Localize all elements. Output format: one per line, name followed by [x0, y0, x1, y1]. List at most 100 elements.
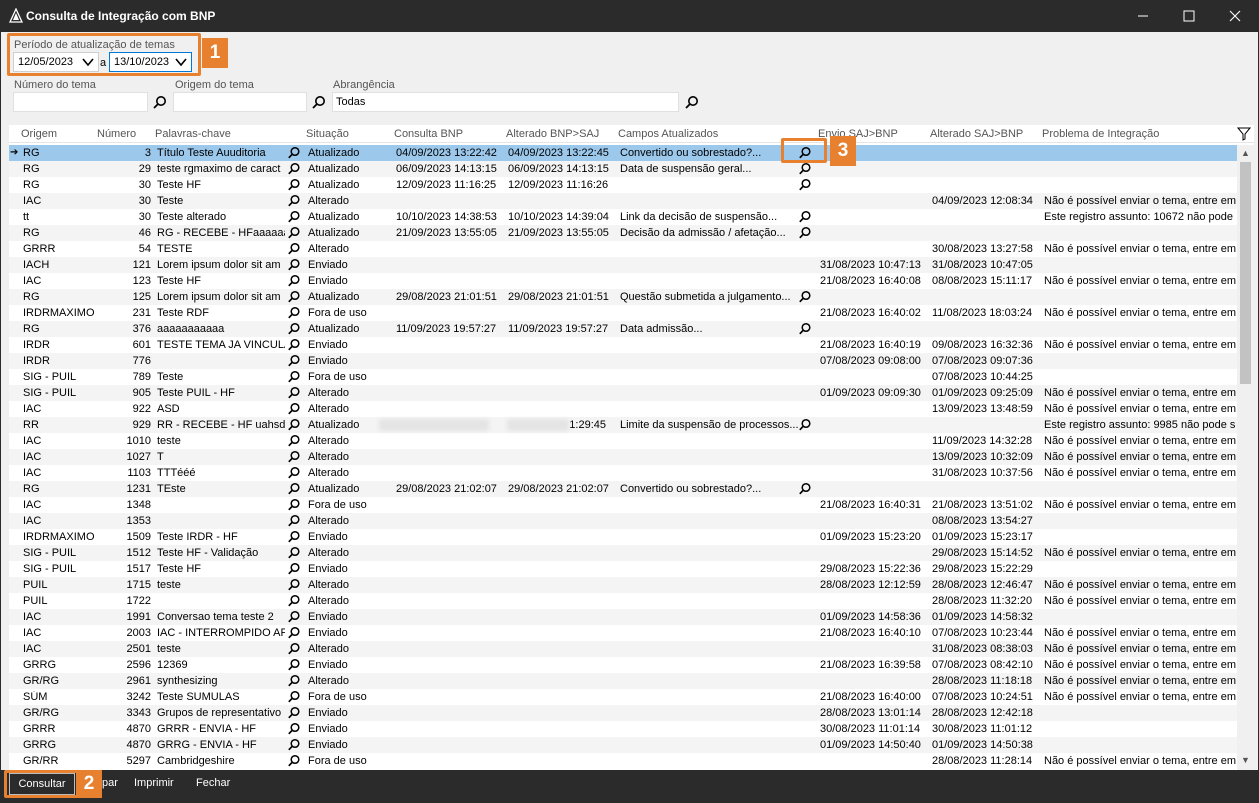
table-row[interactable]: IRDR 601 TESTE TEMA JA VINCULAD Enviado 21/0…	[9, 337, 1237, 353]
palavras-search-icon[interactable]	[287, 386, 301, 400]
palavras-search-icon[interactable]	[287, 290, 301, 304]
table-row[interactable]: IAC 1348 Fora de uso 21/08/2023 16:40:31 21/…	[9, 497, 1237, 513]
table-row[interactable]: IRDR 776 Enviado 07/08/2023 09:08:00 07/08/2…	[9, 353, 1237, 369]
table-row[interactable]: RG 30 Teste HF Atualizado 12/09/2023 11:16:2…	[9, 177, 1237, 193]
scrollbar-thumb[interactable]	[1240, 162, 1251, 384]
table-row[interactable]: GR/RG 2961 synthesizing Alterado 28/08/2023 …	[9, 673, 1237, 689]
palavras-search-icon[interactable]	[287, 242, 301, 256]
campos-search-icon[interactable]	[798, 418, 812, 432]
palavras-search-icon[interactable]	[287, 274, 301, 288]
table-row[interactable]: PUIL 1715 teste Alterado 28/08/2023 12:12:59…	[9, 577, 1237, 593]
scroll-down-icon[interactable]: ▼	[1240, 755, 1251, 766]
table-row[interactable]: GR/RG 3343 Grupos de representativo Enviado…	[9, 705, 1237, 721]
table-row[interactable]: SIG - PUIL 905 Teste PUIL - HF Alterado 01/0…	[9, 385, 1237, 401]
palavras-search-icon[interactable]	[287, 258, 301, 272]
table-row[interactable]: SIG - PUIL 1512 Teste HF - Validação Altera…	[9, 545, 1237, 561]
table-row[interactable]: tt 30 Teste alterado Atualizado 10/10/2023 1…	[9, 209, 1237, 225]
table-row[interactable]: IRDRMAXIMO 231 Teste RDF Fora de uso 21/08/2…	[9, 305, 1237, 321]
limpar-button[interactable]: par	[102, 777, 118, 789]
palavras-search-icon[interactable]	[287, 306, 301, 320]
table-row[interactable]: PUIL 1722 Alterado 28/08/2023 11:32:20 Não é…	[9, 593, 1237, 609]
palavras-search-icon[interactable]	[287, 658, 301, 672]
numero-input[interactable]	[13, 92, 148, 112]
palavras-search-icon[interactable]	[287, 450, 301, 464]
palavras-search-icon[interactable]	[287, 418, 301, 432]
table-row[interactable]: IAC 922 ASD Alterado 13/09/2023 13:48:59 Não …	[9, 401, 1237, 417]
table-row[interactable]: GR/RR 5297 Cambridgeshire Fora de uso 28/08/…	[9, 753, 1237, 769]
table-row[interactable]: RG 46 RG - RECEBE - HFaaaaaaa Atualizado 21/…	[9, 225, 1237, 241]
palavras-search-icon[interactable]	[287, 546, 301, 560]
campos-search-icon[interactable]	[798, 226, 812, 240]
palavras-search-icon[interactable]	[287, 370, 301, 384]
origem-input[interactable]	[173, 92, 307, 112]
palavras-search-icon[interactable]	[287, 610, 301, 624]
maximize-button[interactable]	[1166, 0, 1212, 32]
campos-search-icon[interactable]	[798, 482, 812, 496]
table-row[interactable]: RR 929 RR - RECEBE - HF uahsdua Atualizado 1…	[9, 417, 1237, 433]
search-icon[interactable]	[684, 95, 700, 111]
minimize-button[interactable]	[1120, 0, 1166, 32]
table-row[interactable]: IAC 1027 T Alterado 13/09/2023 10:32:09 Não é…	[9, 449, 1237, 465]
column-header-consulta-bnp[interactable]: Consulta BNP	[394, 128, 463, 140]
palavras-search-icon[interactable]	[287, 162, 301, 176]
fechar-button[interactable]: Fechar	[196, 777, 230, 789]
table-row[interactable]: ➔ RG 3 Título Teste Auuditoria Atualizado 04/…	[9, 145, 1237, 161]
palavras-search-icon[interactable]	[287, 146, 301, 160]
column-header-alterado-saj-bnp[interactable]: Alterado SAJ>BNP	[930, 128, 1023, 140]
table-row[interactable]: IAC 123 Teste HF Enviado 21/08/2023 16:40:08…	[9, 273, 1237, 289]
column-header-alterado-bnp-saj[interactable]: Alterado BNP>SAJ	[506, 128, 599, 140]
table-row[interactable]: GRRR 4870 GRRR - ENVIA - HF Enviado 30/08/20…	[9, 721, 1237, 737]
palavras-search-icon[interactable]	[287, 562, 301, 576]
table-row[interactable]: SÚM 3242 Teste SUMULAS Fora de uso 21/08/202…	[9, 689, 1237, 705]
palavras-search-icon[interactable]	[287, 354, 301, 368]
palavras-search-icon[interactable]	[287, 690, 301, 704]
campos-search-icon[interactable]	[798, 290, 812, 304]
table-row[interactable]: GRRR 54 TESTE Alterado 30/08/2023 13:27:58 Nã…	[9, 241, 1237, 257]
table-row[interactable]: RG 376 aaaaaaaaaaa Atualizado 11/09/2023 19:…	[9, 321, 1237, 337]
column-header-origem[interactable]: Origem	[21, 128, 57, 140]
column-header-problema-integracao[interactable]: Problema de Integração	[1042, 128, 1159, 140]
palavras-search-icon[interactable]	[287, 434, 301, 448]
table-row[interactable]: IAC 1991 Conversao tema teste 2 Enviado 01/0…	[9, 609, 1237, 625]
palavras-search-icon[interactable]	[287, 210, 301, 224]
palavras-search-icon[interactable]	[287, 226, 301, 240]
table-row[interactable]: IACH 121 Lorem ipsum dolor sit am Enviado 31…	[9, 257, 1237, 273]
palavras-search-icon[interactable]	[287, 626, 301, 640]
table-row[interactable]: SIG - PUIL 789 Teste Fora de uso 07/08/2023 …	[9, 369, 1237, 385]
palavras-search-icon[interactable]	[287, 738, 301, 752]
table-row[interactable]: IRDRMAXIMO 1509 Teste IRDR - HF Enviado 01/0…	[9, 529, 1237, 545]
close-button[interactable]	[1212, 0, 1258, 32]
filter-icon[interactable]	[1237, 127, 1251, 141]
table-row[interactable]: IAC 30 Teste Alterado 04/09/2023 12:08:34 Não…	[9, 193, 1237, 209]
table-row[interactable]: GRRG 4870 GRRG - ENVIA - HF Enviado 01/09/20…	[9, 737, 1237, 753]
table-row[interactable]: IAC 1353 Alterado 08/08/2023 13:54:27	[9, 513, 1237, 529]
search-icon[interactable]	[311, 95, 327, 111]
palavras-search-icon[interactable]	[287, 482, 301, 496]
table-row[interactable]: RG 1231 TEste Atualizado 29/08/2023 21:02:07…	[9, 481, 1237, 497]
palavras-search-icon[interactable]	[287, 530, 301, 544]
palavras-search-icon[interactable]	[287, 498, 301, 512]
campos-search-icon[interactable]	[798, 162, 812, 176]
column-header-campos-atualizados[interactable]: Campos Atualizados	[618, 128, 718, 140]
palavras-search-icon[interactable]	[287, 514, 301, 528]
palavras-search-icon[interactable]	[287, 642, 301, 656]
abrangencia-input[interactable]: Todas	[332, 92, 679, 112]
palavras-search-icon[interactable]	[287, 194, 301, 208]
palavras-search-icon[interactable]	[287, 722, 301, 736]
campos-search-icon[interactable]	[798, 210, 812, 224]
table-row[interactable]: RG 29 teste rgmaximo de caract Atualizado 06…	[9, 161, 1237, 177]
table-row[interactable]: RG 125 Lorem ipsum dolor sit am Atualizado 2…	[9, 289, 1237, 305]
palavras-search-icon[interactable]	[287, 594, 301, 608]
table-row[interactable]: IAC 1103 TTTééé Alterado 31/08/2023 10:37:56…	[9, 465, 1237, 481]
table-row[interactable]: IAC 2501 teste Alterado 31/08/2023 08:38:03 N…	[9, 641, 1237, 657]
imprimir-button[interactable]: Imprimir	[134, 777, 174, 789]
column-header-numero[interactable]: Número	[97, 128, 136, 140]
palavras-search-icon[interactable]	[287, 338, 301, 352]
palavras-search-icon[interactable]	[287, 466, 301, 480]
scroll-up-icon[interactable]: ▲	[1240, 148, 1251, 159]
palavras-search-icon[interactable]	[287, 322, 301, 336]
palavras-search-icon[interactable]	[287, 402, 301, 416]
campos-search-icon[interactable]	[798, 322, 812, 336]
palavras-search-icon[interactable]	[287, 706, 301, 720]
column-header-situacao[interactable]: Situação	[306, 128, 349, 140]
